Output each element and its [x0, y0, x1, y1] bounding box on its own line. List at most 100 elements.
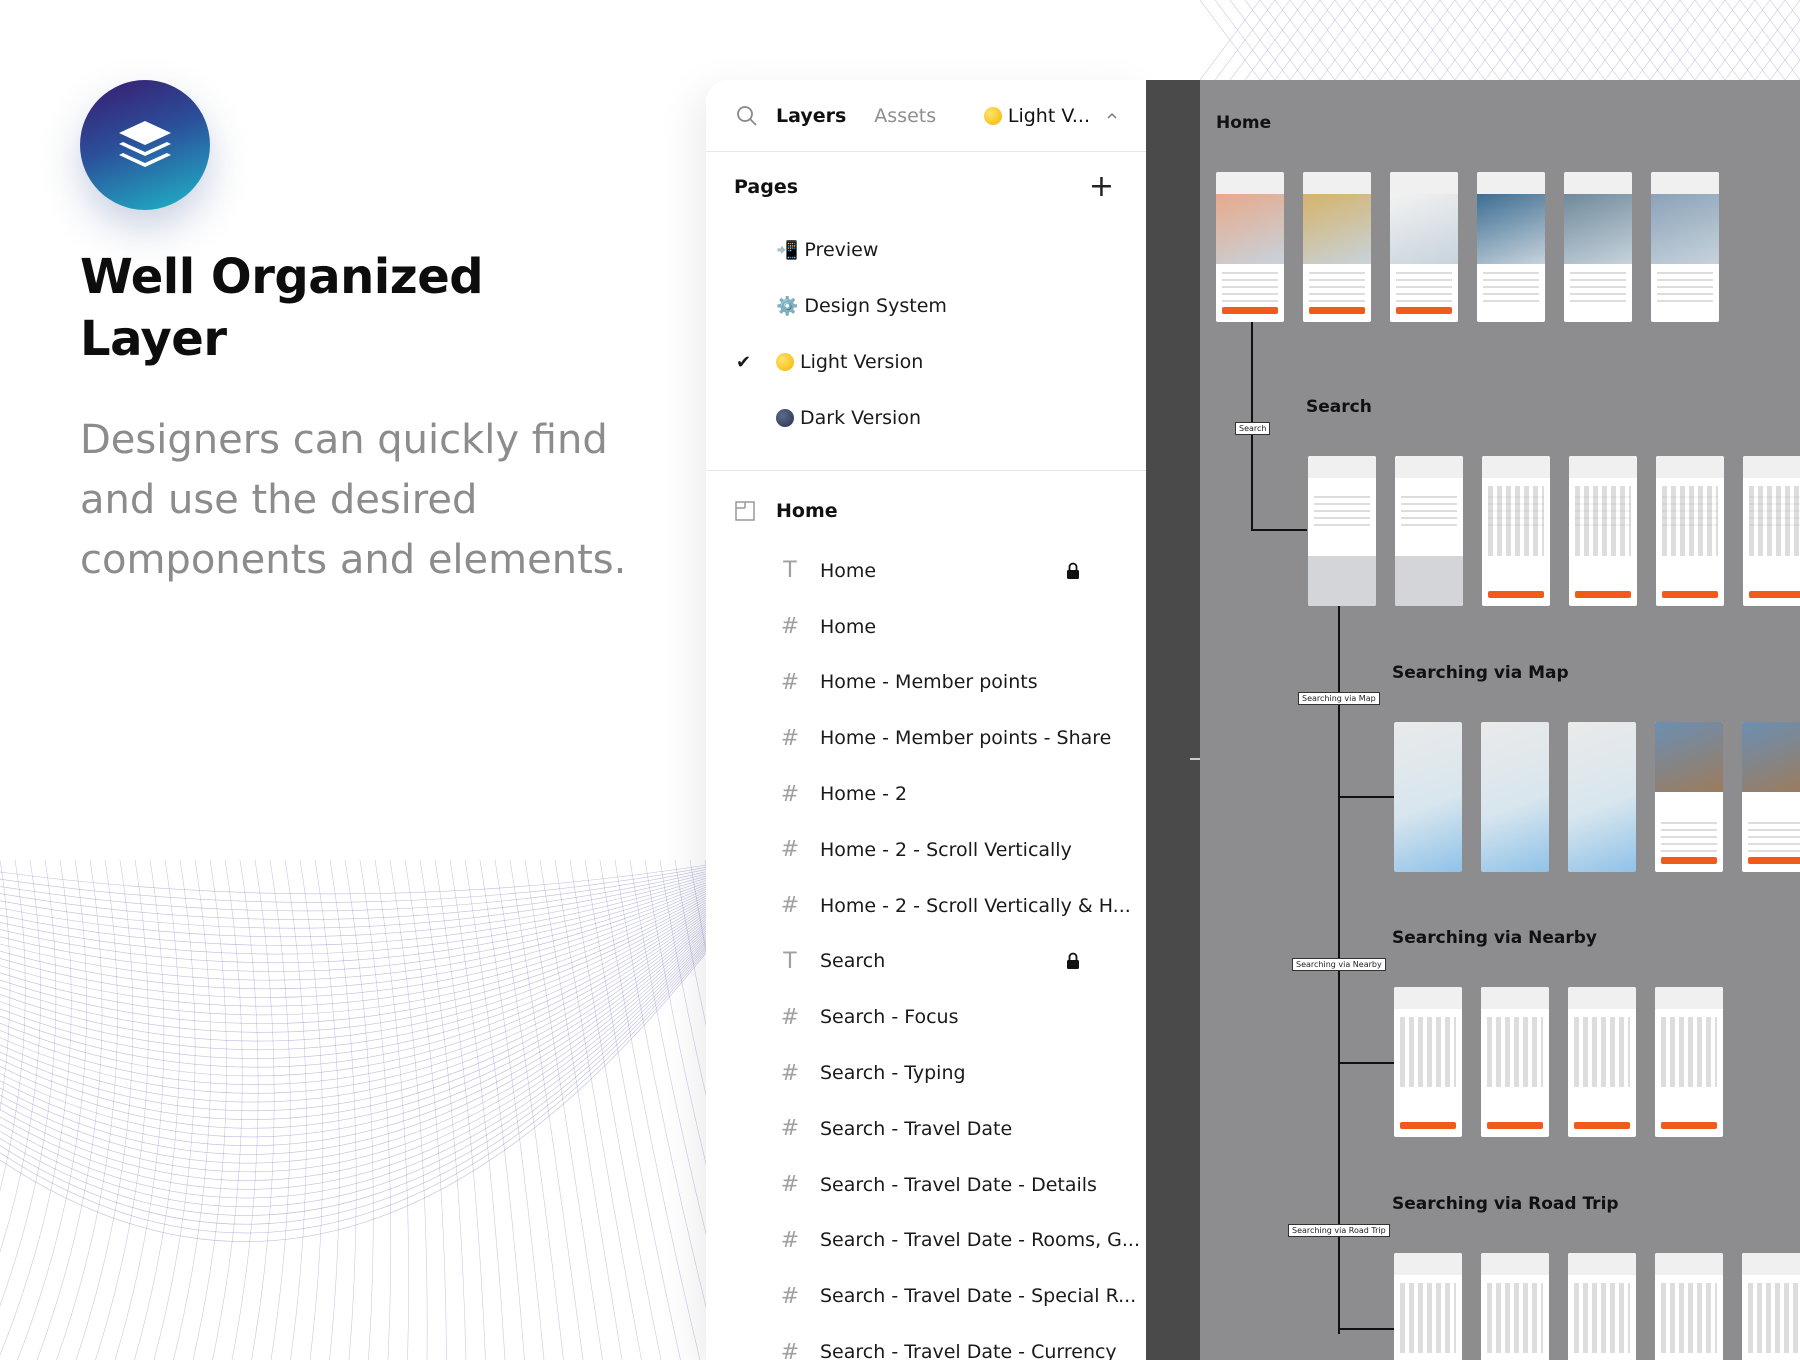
artboard-thumbnail[interactable] [1216, 172, 1284, 322]
wireframe-mesh-decoration [0, 860, 720, 1360]
artboard-thumbnail[interactable] [1481, 987, 1549, 1137]
layer-row[interactable]: # Search - Travel Date - Currency [706, 1324, 1146, 1360]
artboard-thumbnail[interactable] [1568, 1253, 1636, 1360]
section-title-search: Search [1306, 397, 1372, 417]
artboard-thumbnail[interactable] [1390, 172, 1458, 322]
wireframe-mesh-decoration-top [1200, 0, 1800, 80]
layer-label: Home - 2 - Scroll Vertically & H... [820, 894, 1131, 917]
layer-label: Search - Focus [820, 1006, 959, 1029]
frame-home[interactable]: Home [706, 479, 1146, 543]
layer-list: T Home # Home # Home - Member points # Home - M… [706, 543, 1146, 1360]
artboard-thumbnail[interactable] [1655, 1253, 1723, 1360]
section-title-nearby: Searching via Nearby [1392, 928, 1597, 948]
frame-hash-icon: # [780, 614, 800, 640]
canvas-left-edge [1146, 80, 1200, 1360]
section-title-home: Home [1216, 113, 1272, 133]
search-icon[interactable] [736, 105, 758, 127]
artboard-thumbnail[interactable] [1569, 456, 1637, 606]
lock-icon[interactable] [1066, 952, 1080, 970]
artboard-thumbnail[interactable] [1742, 722, 1800, 872]
layer-label: Search - Travel Date - Details [820, 1173, 1097, 1196]
artboard-thumbnail[interactable] [1743, 456, 1800, 606]
layer-label: Home - Member points - Share [820, 727, 1112, 750]
artboard-thumbnail[interactable] [1482, 456, 1550, 606]
flow-label-map: Searching via Map [1298, 692, 1380, 705]
layer-row[interactable]: # Home - Member points [706, 655, 1146, 711]
artboard-thumbnail[interactable] [1655, 722, 1723, 872]
section-title-map: Searching via Map [1392, 663, 1569, 683]
section-title-road-trip: Searching via Road Trip [1392, 1194, 1619, 1214]
layer-label: Home [820, 559, 877, 582]
layer-label: Home - Member points [820, 671, 1038, 694]
layer-row[interactable]: T Home [706, 543, 1146, 599]
tab-assets[interactable]: Assets [874, 105, 936, 127]
lock-icon[interactable] [1066, 562, 1080, 580]
layer-row[interactable]: # Search - Travel Date - Special R... [706, 1268, 1146, 1324]
frame-hash-icon: # [780, 1004, 800, 1030]
layer-row[interactable]: # Search - Travel Date [706, 1101, 1146, 1157]
design-canvas[interactable]: Home Search Searching via Map Searching … [1200, 80, 1800, 1360]
layer-row[interactable]: # Home [706, 599, 1146, 655]
page-selector[interactable]: Light V... [983, 105, 1118, 127]
layer-row[interactable]: T Search [706, 934, 1146, 990]
layer-row[interactable]: # Home - 2 [706, 766, 1146, 822]
artboard-thumbnail[interactable] [1303, 172, 1371, 322]
artboard-thumbnail[interactable] [1651, 172, 1719, 322]
tab-layers[interactable]: Layers [776, 105, 846, 127]
frame-hash-icon: # [780, 837, 800, 863]
artboard-thumbnail[interactable] [1308, 456, 1376, 606]
layer-row[interactable]: # Search - Typing [706, 1045, 1146, 1101]
frame-label: Home [776, 500, 838, 522]
frame-hash-icon: # [780, 725, 800, 751]
layer-row[interactable]: # Home - Member points - Share [706, 710, 1146, 766]
artboard-thumbnail[interactable] [1742, 1253, 1800, 1360]
pages-header: Pages + [706, 152, 1146, 222]
layer-label: Home - 2 - Scroll Vertically [820, 838, 1072, 861]
page-item-dark-version[interactable]: Dark Version [706, 390, 1146, 446]
artboard-thumbnail[interactable] [1564, 172, 1632, 322]
layer-row[interactable]: # Home - 2 - Scroll Vertically & H... [706, 878, 1146, 934]
artboard-thumbnail[interactable] [1394, 722, 1462, 872]
text-layer-icon: T [783, 948, 797, 974]
frame-hash-icon: # [780, 893, 800, 919]
page-item-preview[interactable]: 📲 Preview [706, 222, 1146, 278]
layer-row[interactable]: # Search - Travel Date - Rooms, G... [706, 1213, 1146, 1269]
artboard-thumbnail[interactable] [1568, 987, 1636, 1137]
frame-hash-icon: # [780, 1116, 800, 1142]
layer-label: Search - Typing [820, 1062, 966, 1085]
page-label: Design System [804, 295, 947, 317]
page-item-design-system[interactable]: ⚙️ Design System [706, 278, 1146, 334]
layer-row[interactable]: # Search - Focus [706, 989, 1146, 1045]
artboard-thumbnail[interactable] [1395, 456, 1463, 606]
phone-arrow-icon: 📲 [776, 239, 799, 261]
flow-label-search: Search [1235, 422, 1271, 435]
frame-hash-icon: # [780, 1339, 800, 1360]
page-label: Preview [804, 239, 879, 261]
yellow-dot-icon [983, 106, 1002, 125]
navy-dot-icon [776, 409, 794, 427]
artboard-thumbnail[interactable] [1481, 722, 1549, 872]
page-label: Dark Version [800, 407, 921, 429]
artboard-thumbnail[interactable] [1394, 1253, 1462, 1360]
artboard-thumbnail[interactable] [1481, 1253, 1549, 1360]
layer-label: Home - 2 [820, 783, 908, 806]
frame-hash-icon: # [780, 1060, 800, 1086]
checkmark-icon: ✔ [736, 351, 752, 373]
page-item-light-version[interactable]: ✔ Light Version [706, 334, 1146, 390]
panel-tab-bar: Layers Assets Light V... [706, 80, 1146, 152]
layer-row[interactable]: # Home - 2 - Scroll Vertically [706, 822, 1146, 878]
artboard-thumbnail[interactable] [1656, 456, 1724, 606]
artboard-thumbnail[interactable] [1655, 987, 1723, 1137]
yellow-dot-icon [776, 353, 794, 371]
artboard-thumbnail[interactable] [1568, 722, 1636, 872]
artboard-thumbnail[interactable] [1477, 172, 1545, 322]
add-page-icon[interactable]: + [1089, 172, 1114, 202]
layers-panel: Layers Assets Light V... Pages + 📲 Previ… [706, 80, 1146, 1360]
gear-icon: ⚙️ [776, 295, 799, 317]
description: Designers can quickly find and use the d… [80, 417, 627, 583]
frame-hash-icon: # [780, 1172, 800, 1198]
frame-hash-icon: # [780, 669, 800, 695]
layer-row[interactable]: # Search - Travel Date - Details [706, 1157, 1146, 1213]
artboard-thumbnail[interactable] [1394, 987, 1462, 1137]
pages-title: Pages [734, 176, 799, 198]
